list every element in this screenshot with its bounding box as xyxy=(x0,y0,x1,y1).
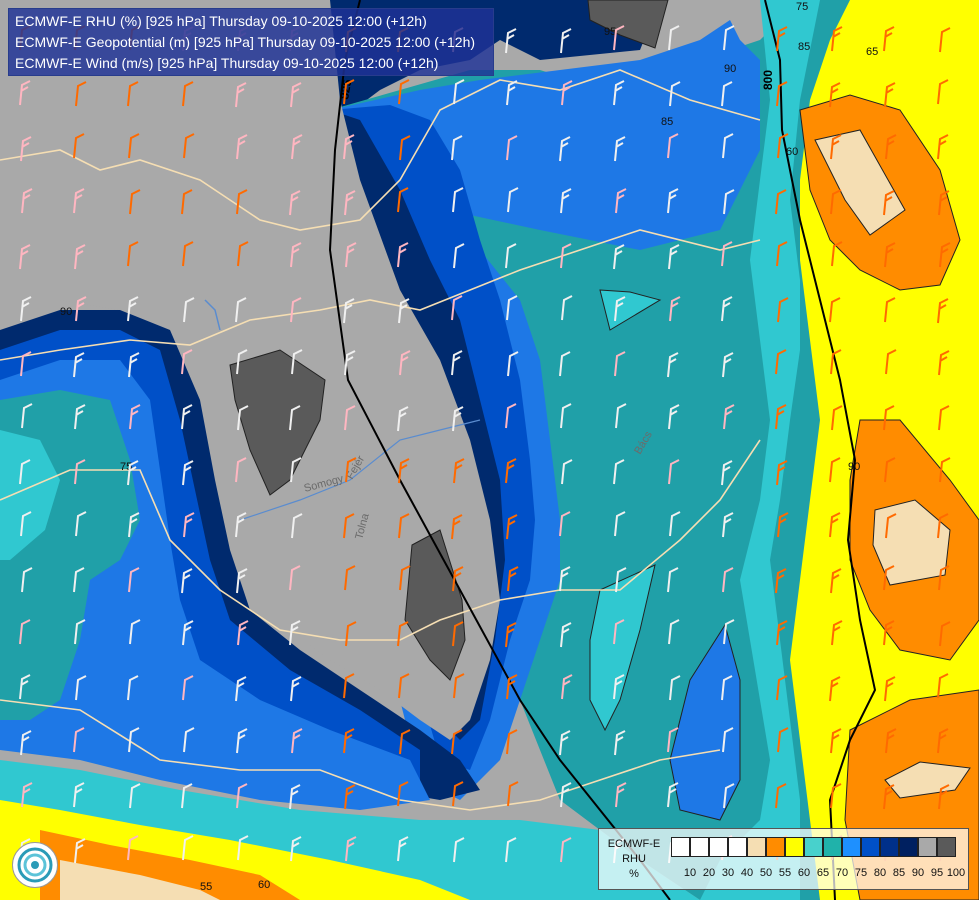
contour-label: 85 xyxy=(661,116,673,128)
title-rhu: ECMWF-E RHU (%) [925 hPa] Thursday 09-10… xyxy=(15,13,427,29)
legend-color-box xyxy=(690,837,709,857)
contour-label: 60 xyxy=(258,879,270,891)
title-wind: ECMWF-E Wind (m/s) [925 hPa] Thursday 09… xyxy=(15,55,439,71)
contour-label: 75 xyxy=(796,1,808,13)
legend-color-box xyxy=(747,837,766,857)
legend-color-box xyxy=(880,837,899,857)
legend-color-box xyxy=(842,837,861,857)
legend-color-box xyxy=(937,837,956,857)
legend-label-variable: RHU xyxy=(622,853,646,865)
legend-label-model: ECMWF-E xyxy=(607,838,661,850)
contour-label: 65 xyxy=(866,46,878,58)
ecmwf-logo xyxy=(12,842,58,888)
geopotential-label: 800 xyxy=(761,70,775,90)
legend-color-box xyxy=(804,837,823,857)
title-box: ECMWF-E RHU (%) [925 hPa] Thursday 09-10… xyxy=(8,8,494,76)
contour-label: 85 xyxy=(798,41,810,53)
rhu-map: 95 75 85 90 60 90 75 85 90 55 60 65 825 … xyxy=(0,0,979,900)
legend-tick-label: 100 xyxy=(946,867,966,879)
contour-label: 90 xyxy=(848,461,860,473)
legend-label-unit: % xyxy=(629,868,639,880)
legend-color-boxes xyxy=(671,837,956,859)
legend-color-box xyxy=(671,837,690,857)
legend-color-box xyxy=(823,837,842,857)
swirl-logo-icon xyxy=(17,847,53,883)
contour-label: 55 xyxy=(200,881,212,893)
legend-color-box xyxy=(785,837,804,857)
legend-label: ECMWF-E RHU % xyxy=(603,837,665,882)
contour-label: 90 xyxy=(60,306,72,318)
rhu-legend: ECMWF-E RHU % 10 20 30 40 50 55 60 65 70 75 80 85 90… xyxy=(598,828,969,890)
legend-color-box xyxy=(709,837,728,857)
contour-label: 90 xyxy=(724,63,736,75)
legend-color-box xyxy=(728,837,747,857)
legend-color-box xyxy=(861,837,880,857)
title-geopotential: ECMWF-E Geopotential (m) [925 hPa] Thurs… xyxy=(15,34,476,50)
legend-color-box xyxy=(766,837,785,857)
contour-label: 60 xyxy=(786,146,798,158)
legend-color-box xyxy=(918,837,937,857)
legend-color-box xyxy=(899,837,918,857)
